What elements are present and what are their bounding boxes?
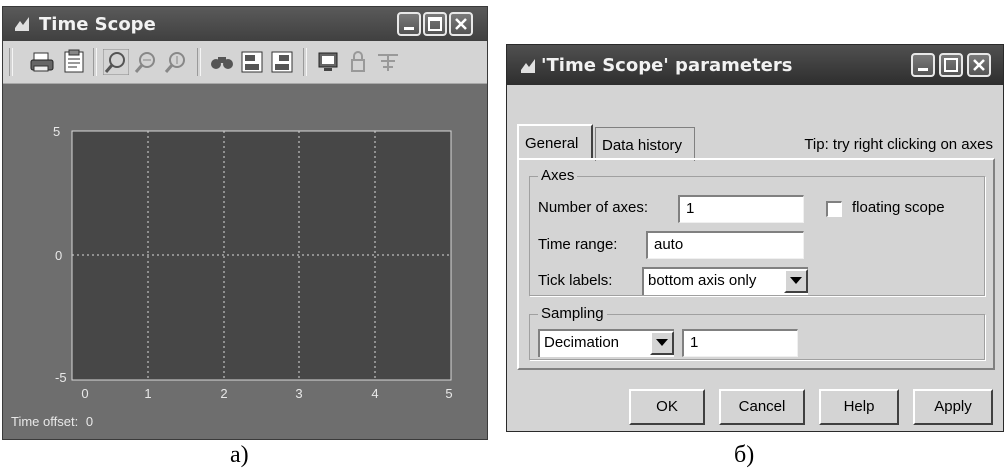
toolbar-separator: [197, 48, 201, 76]
y-tick-top: 5: [53, 124, 61, 139]
x-tick-2: 2: [220, 386, 227, 401]
sampling-mode-value: Decimation: [544, 334, 620, 351]
floating-scope-checkbox[interactable]: [826, 201, 842, 217]
help-button[interactable]: Help: [819, 389, 899, 425]
close-button[interactable]: [967, 53, 991, 77]
minimize-icon: [918, 68, 928, 71]
tick-labels-dropdown-button[interactable]: [784, 269, 808, 293]
time-scope-window: Time Scope 0 1 2 3 4 5 5 0 -5 Time offse…: [2, 6, 488, 440]
x-tick-labels: 0 1 2 3 4 5: [81, 386, 452, 401]
sampling-mode-select[interactable]: Decimation: [538, 329, 674, 357]
tab-general[interactable]: General: [517, 124, 593, 160]
ok-button[interactable]: OK: [629, 389, 705, 425]
close-icon: [455, 18, 467, 30]
sampling-group: Sampling Decimation 1: [529, 305, 985, 360]
zoom-y-icon[interactable]: [163, 49, 189, 75]
decimation-factor-input[interactable]: 1: [682, 329, 798, 357]
dialog-body: General Data history Tip: try right clic…: [513, 85, 997, 427]
floating-scope-label: floating scope: [852, 199, 945, 216]
maximize-button[interactable]: [423, 12, 447, 36]
scope-title: Time Scope: [39, 14, 156, 35]
caption-a: а): [230, 442, 249, 468]
y-tick-mid: 0: [55, 248, 63, 263]
maximize-icon: [428, 17, 442, 31]
floating-scope-icon[interactable]: [315, 49, 341, 75]
time-range-label: Time range:: [538, 236, 618, 253]
axes-legend: Axes: [538, 167, 578, 184]
scope-content: 0 1 2 3 4 5 5 0 -5 Time offset: 0: [3, 84, 487, 439]
toolbar-separator: [93, 48, 97, 76]
close-button[interactable]: [449, 12, 473, 36]
zoom-x-icon[interactable]: [133, 49, 159, 75]
dialog-title-bar[interactable]: 'Time Scope' parameters: [507, 45, 1003, 85]
number-of-axes-value: 1: [686, 200, 695, 217]
maximize-icon: [944, 58, 958, 72]
scope-title-bar[interactable]: Time Scope: [3, 7, 487, 41]
tab-data-history-label: Data history: [602, 137, 683, 154]
maximize-button[interactable]: [939, 53, 963, 77]
x-tick-3: 3: [295, 386, 302, 401]
minimize-button[interactable]: [397, 12, 421, 36]
cancel-button[interactable]: Cancel: [719, 389, 805, 425]
time-range-value: auto: [654, 236, 684, 253]
scope-plot[interactable]: 0 1 2 3 4 5: [3, 84, 487, 439]
lock-icon[interactable]: [345, 49, 371, 75]
caption-b: б): [734, 442, 755, 468]
tick-labels-select[interactable]: bottom axis only: [642, 267, 808, 295]
chevron-down-icon: [790, 277, 802, 284]
number-of-axes-input[interactable]: 1: [678, 195, 804, 223]
time-offset-value: 0: [85, 414, 94, 429]
save-axes-icon[interactable]: [239, 49, 265, 75]
chevron-down-icon: [656, 339, 668, 346]
close-icon: [973, 59, 985, 71]
y-tick-bottom: -5: [55, 370, 67, 385]
dialog-title: 'Time Scope' parameters: [541, 55, 793, 76]
x-tick-5: 5: [445, 386, 452, 401]
time-range-input[interactable]: auto: [646, 231, 804, 259]
sampling-mode-dropdown-button[interactable]: [650, 331, 674, 355]
tick-labels-value: bottom axis only: [648, 272, 757, 289]
scope-parameters-dialog: 'Time Scope' parameters General Data his…: [506, 44, 1004, 432]
toolbar-separator: [303, 48, 307, 76]
parameters-icon[interactable]: [61, 49, 87, 75]
print-icon[interactable]: [29, 49, 55, 75]
number-of-axes-label: Number of axes:: [538, 199, 649, 216]
x-tick-0: 0: [81, 386, 88, 401]
minimize-button[interactable]: [911, 53, 935, 77]
sampling-legend: Sampling: [538, 305, 607, 322]
toolbar-grip: [9, 48, 13, 76]
matlab-icon: [521, 59, 535, 73]
time-offset: Time offset: 0: [11, 414, 93, 429]
tab-general-label: General: [525, 135, 579, 152]
axes-group: Axes Number of axes: 1 floating scope Ti…: [529, 167, 985, 296]
restore-axes-icon[interactable]: [269, 49, 295, 75]
x-tick-4: 4: [371, 386, 378, 401]
zoom-icon[interactable]: [103, 49, 129, 75]
matlab-icon: [15, 17, 29, 31]
tick-labels-label: Tick labels:: [538, 272, 613, 289]
apply-button[interactable]: Apply: [913, 389, 993, 425]
decimation-factor-value: 1: [690, 334, 699, 351]
tip-text: Tip: try right clicking on axes: [804, 136, 993, 153]
minimize-icon: [404, 27, 414, 30]
scope-toolbar: [3, 41, 487, 84]
x-tick-1: 1: [144, 386, 151, 401]
tab-data-history[interactable]: Data history: [595, 127, 695, 161]
general-panel: Axes Number of axes: 1 floating scope Ti…: [517, 158, 995, 370]
signal-selection-icon[interactable]: [375, 49, 401, 75]
time-offset-label: Time offset:: [11, 414, 79, 429]
autoscale-icon[interactable]: [209, 49, 235, 75]
